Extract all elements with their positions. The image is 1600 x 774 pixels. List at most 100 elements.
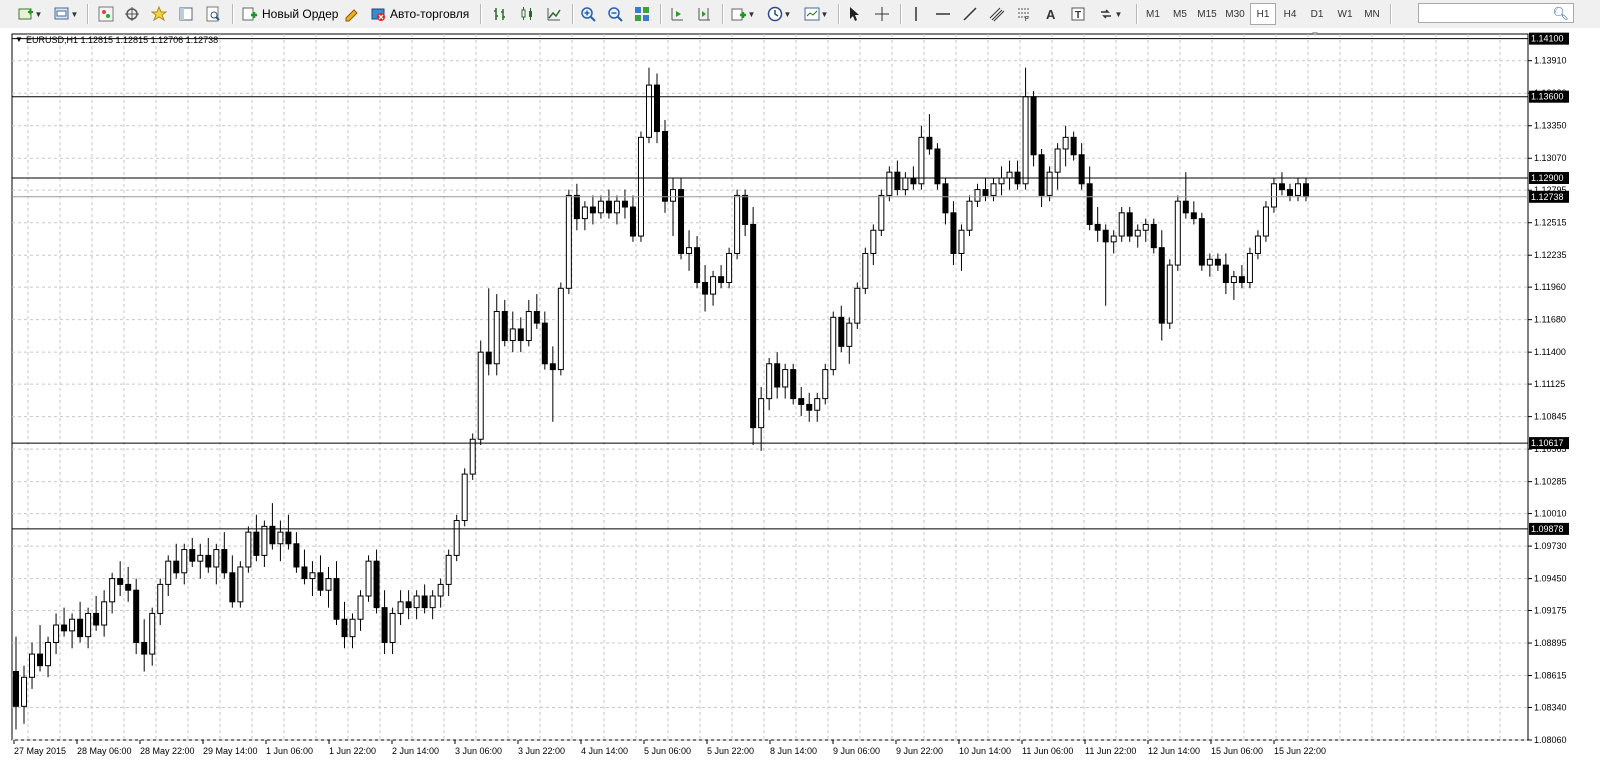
data-window-button[interactable]: [120, 3, 144, 25]
candle-body: [493, 311, 500, 365]
timeframe-m5[interactable]: M5: [1167, 3, 1193, 25]
candlestick-chart[interactable]: 1.139101.136301.133501.130701.127951.125…: [0, 28, 1600, 774]
timeframe-m1[interactable]: M1: [1140, 3, 1166, 25]
market-watch-button[interactable]: [94, 3, 118, 25]
candle-body: [1238, 276, 1245, 283]
candle-body: [1086, 183, 1093, 225]
candle-body: [285, 531, 292, 545]
periods-button[interactable]: ▼: [763, 3, 795, 25]
horizontal-line-button[interactable]: [931, 3, 955, 25]
chart-window[interactable]: 1.139101.136301.133501.130701.127951.125…: [0, 28, 1600, 774]
candle-body: [1078, 154, 1085, 185]
price-tick-label: 1.08895: [1534, 638, 1567, 648]
text-button[interactable]: A: [1039, 3, 1063, 25]
candle-body: [629, 206, 636, 237]
line-chart-icon: [547, 8, 561, 21]
candle-body: [509, 328, 516, 342]
time-tick-label: 2 Jun 14:00: [392, 746, 439, 756]
new-chart-button[interactable]: ▼: [14, 3, 46, 25]
terminal-button[interactable]: [174, 3, 198, 25]
time-tick-label: 28 May 22:00: [140, 746, 195, 756]
candle-body: [806, 403, 813, 411]
navigator-button[interactable]: [147, 3, 171, 25]
candle-body: [982, 189, 989, 196]
candle-body: [469, 438, 476, 475]
timeframe-mn[interactable]: MN: [1359, 3, 1385, 25]
timeframe-w1[interactable]: W1: [1332, 3, 1358, 25]
profiles-button[interactable]: ▼: [50, 3, 82, 25]
new-order-button[interactable]: Новый Ордер: [238, 3, 342, 25]
time-tick-label: 5 Jun 22:00: [707, 746, 754, 756]
candle-body: [85, 612, 92, 638]
auto-trading-icon: [371, 8, 385, 21]
zoom-in-button[interactable]: [576, 3, 600, 25]
crosshair-button[interactable]: [870, 3, 894, 25]
search-icon[interactable]: 🔍︎: [1552, 6, 1569, 22]
candle-body: [1174, 200, 1181, 266]
time-tick-label: 9 Jun 22:00: [896, 746, 943, 756]
candle-body: [645, 84, 652, 138]
candle-body: [790, 369, 797, 400]
candle-body: [45, 641, 52, 667]
vertical-line-button[interactable]: [904, 3, 928, 25]
timeframe-m15[interactable]: M15: [1194, 3, 1220, 25]
candle-body: [1110, 235, 1117, 243]
price-tick-label: 1.08340: [1534, 702, 1567, 712]
search-input[interactable]: 🔍︎: [1418, 3, 1574, 23]
price-tick-label: 1.10845: [1534, 412, 1567, 422]
candle-body: [381, 607, 388, 643]
candle-body: [165, 560, 172, 585]
metaeditor-button[interactable]: [340, 3, 364, 25]
auto-trading-button[interactable]: Авто-торговля: [366, 3, 473, 25]
zoom-out-button[interactable]: [603, 3, 627, 25]
candle-body: [958, 229, 965, 254]
timeframe-h4[interactable]: H4: [1277, 3, 1303, 25]
candle-body: [77, 618, 84, 638]
candle-body: [589, 206, 596, 214]
candlestick-chart-button[interactable]: [515, 3, 539, 25]
candle-body: [301, 566, 308, 580]
candle-body: [541, 322, 548, 365]
candle-body: [293, 543, 300, 568]
chart-shift-button[interactable]: [692, 3, 716, 25]
templates-button[interactable]: ▼: [800, 3, 832, 25]
candle-body: [1006, 171, 1013, 179]
indicators-button[interactable]: ▼: [727, 3, 759, 25]
candle-body: [814, 398, 821, 411]
candle-body: [453, 520, 460, 556]
candle-body: [309, 572, 316, 580]
candle-body: [742, 194, 749, 225]
candle-body: [429, 595, 436, 609]
chart-shift-icon: [698, 8, 710, 21]
candle-body: [317, 572, 324, 591]
candle-body: [405, 601, 412, 609]
arrows-button[interactable]: ▼: [1094, 3, 1126, 25]
auto-scroll-button[interactable]: [665, 3, 689, 25]
toolbar-separator: [572, 4, 574, 24]
candle-body: [1102, 229, 1109, 243]
timeframe-d1[interactable]: D1: [1304, 3, 1330, 25]
timeframe-m30[interactable]: M30: [1222, 3, 1248, 25]
candle-body: [830, 316, 837, 371]
bar-chart-button[interactable]: [488, 3, 512, 25]
timeframe-h1[interactable]: H1: [1250, 3, 1276, 25]
line-chart-button[interactable]: [542, 3, 566, 25]
tile-windows-button[interactable]: [630, 3, 654, 25]
templates-icon: [804, 7, 820, 21]
candle-body: [1190, 212, 1197, 220]
trendline-button[interactable]: [958, 3, 982, 25]
cursor-button[interactable]: [842, 3, 866, 25]
strategy-tester-button[interactable]: [201, 3, 225, 25]
tile-windows-icon: [635, 7, 649, 21]
candle-body: [341, 618, 348, 638]
candle-body: [846, 322, 853, 347]
star-icon: [151, 6, 167, 22]
price-tick-label: 1.13350: [1534, 121, 1567, 131]
auto-trading-label: Авто-торговля: [390, 7, 470, 21]
text-label-button[interactable]: T: [1066, 3, 1090, 25]
indicators-add-icon: [731, 8, 746, 21]
equidistant-channel-button[interactable]: [985, 3, 1009, 25]
fibonacci-button[interactable]: F: [1012, 3, 1036, 25]
price-tick-label: 1.13910: [1534, 56, 1567, 66]
toolbar-separator: [1390, 4, 1392, 24]
